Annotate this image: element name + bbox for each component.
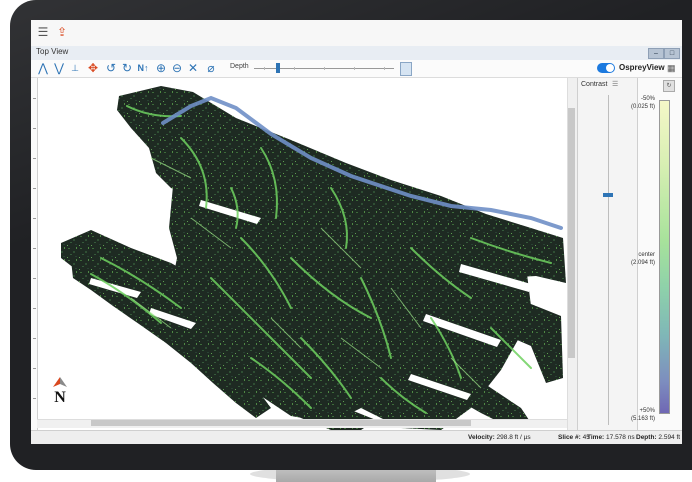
depth-tick [294, 67, 295, 70]
ruler-tick [33, 308, 36, 309]
depth-tick [264, 67, 265, 70]
minimize-icon[interactable]: – [648, 48, 664, 59]
ospreyview-label: OspreyView [619, 63, 665, 72]
chevron-down-icon[interactable]: ⋁ [52, 61, 66, 75]
contrast-slider-thumb[interactable] [603, 193, 613, 197]
north-up-icon[interactable]: N↑ [136, 61, 150, 75]
vertical-ruler [31, 78, 38, 430]
eraser-icon[interactable]: ⌀ [204, 61, 218, 75]
toggle-knob [606, 64, 614, 72]
screen: ☰ ⇪ Top View – □ ⋀ ⋁ ⊥ ✥ ↺ ↻ N↑ ⊕ ⊖ ✕ ⌀ … [31, 20, 682, 444]
ruler-icon[interactable]: ⊥ [68, 61, 82, 75]
status-time: Time: 17.578 ns [587, 434, 635, 441]
export-icon[interactable]: ⇪ [55, 25, 69, 39]
status-depth: Depth: 2.594 ft [636, 434, 680, 441]
depth-slider-thumb[interactable] [276, 63, 280, 73]
scale-center-value: (2.094 ft) [630, 260, 655, 266]
rotate-left-icon[interactable]: ↺ [104, 61, 118, 75]
maximize-icon[interactable]: □ [664, 48, 680, 59]
depth-tick [354, 67, 355, 70]
chevron-up-icon[interactable]: ⋀ [36, 61, 50, 75]
rotate-right-icon[interactable]: ↻ [120, 61, 134, 75]
depth-label: Depth [230, 63, 249, 70]
status-velocity: Velocity: 298.8 ft / µs [468, 434, 531, 441]
depth-tick [384, 67, 385, 70]
scale-bottom-value: (5.163 ft) [630, 416, 655, 422]
ruler-tick [33, 248, 36, 249]
depth-status-label: Depth: [636, 434, 657, 441]
map-horizontal-scroll-thumb[interactable] [91, 420, 471, 426]
ruler-tick [33, 218, 36, 219]
time-value: 17.578 ns [606, 434, 635, 441]
depth-lock-icon[interactable] [400, 62, 412, 76]
ruler-tick [33, 128, 36, 129]
ruler-tick [33, 338, 36, 339]
scale-top-value: (0.025 ft) [630, 104, 655, 110]
view-title: Top View [36, 47, 69, 56]
scale-reset-icon[interactable]: ↻ [663, 80, 675, 92]
contrast-label: Contrast [581, 81, 608, 88]
gpr-scan-map [61, 86, 566, 430]
status-bar: Velocity: 298.8 ft / µs Slice #: 45 Time… [31, 430, 682, 444]
ruler-tick [33, 98, 36, 99]
color-scale-bar [659, 100, 670, 414]
depth-tick [324, 67, 325, 70]
map-vertical-scroll-thumb[interactable] [568, 108, 575, 358]
ruler-tick [33, 188, 36, 189]
ruler-tick [33, 278, 36, 279]
zoom-out-icon[interactable]: ⊖ [170, 61, 184, 75]
view-titlebar: Top View – □ [31, 46, 682, 61]
scale-center-label: center [638, 252, 655, 258]
app-toolbar: ☰ ⇪ [31, 20, 682, 47]
depth-status-value: 2.594 ft [658, 434, 681, 441]
velocity-label: Velocity: [468, 434, 495, 441]
scale-bottom-pct: +50% [639, 408, 655, 414]
slice-label: Slice #: [558, 434, 581, 441]
map-canvas[interactable] [31, 78, 577, 430]
scale-top-pct: -50% [640, 96, 655, 102]
menu-icon[interactable]: ☰ [36, 25, 50, 39]
status-slice: Slice #: 45 [558, 434, 590, 441]
ruler-tick [33, 158, 36, 159]
zoom-in-icon[interactable]: ⊕ [154, 61, 168, 75]
time-label: Time: [587, 434, 605, 441]
fit-icon[interactable]: ✕ [186, 61, 200, 75]
view-toolbar: ⋀ ⋁ ⊥ ✥ ↺ ↻ N↑ ⊕ ⊖ ✕ ⌀ Depth OspreyView … [31, 60, 682, 78]
crosshair-icon[interactable]: ✥ [86, 61, 100, 75]
ruler-tick [33, 398, 36, 399]
grid-icon[interactable]: ▦ [667, 63, 677, 73]
velocity-value: 298.8 ft / µs [496, 434, 531, 441]
north-label: N [54, 389, 66, 406]
ruler-tick [33, 368, 36, 369]
contrast-menu-icon[interactable]: ☰ [612, 80, 618, 88]
contrast-slider-track[interactable] [608, 95, 609, 425]
